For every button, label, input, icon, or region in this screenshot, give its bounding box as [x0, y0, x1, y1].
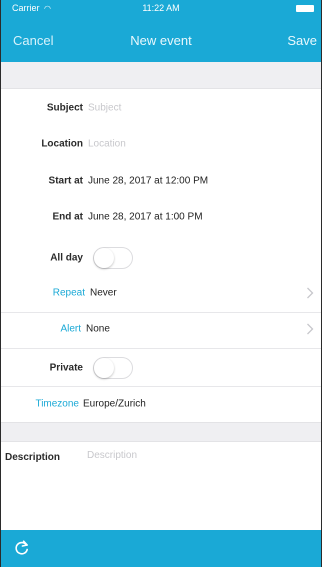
navigation-bar: Cancel New event Save — [1, 30, 321, 52]
location-input[interactable] — [88, 138, 288, 150]
alert-row[interactable]: Alert None — [1, 309, 321, 349]
phone-frame: Carrier ◠ 11:22 AM Cancel New event Save… — [0, 0, 322, 567]
battery-icon — [296, 5, 314, 12]
timezone-label: Timezone — [35, 398, 79, 410]
top-bar: Carrier ◠ 11:22 AM Cancel New event Save — [1, 0, 321, 62]
toggle-knob — [94, 358, 114, 378]
alert-value: None — [86, 323, 110, 335]
start-value[interactable]: June 28, 2017 at 12:00 PM — [88, 176, 208, 187]
toggle-knob — [94, 248, 114, 268]
repeat-value: Never — [90, 287, 117, 299]
location-row: Location — [1, 124, 321, 164]
status-bar: Carrier ◠ 11:22 AM — [1, 3, 321, 17]
refresh-icon[interactable] — [13, 539, 31, 557]
page-title: New event — [130, 33, 192, 48]
status-time: 11:22 AM — [142, 3, 180, 13]
subject-input[interactable] — [88, 102, 288, 114]
bottom-toolbar — [1, 530, 321, 567]
section-spacer — [1, 62, 321, 89]
start-label: Start at — [48, 175, 83, 187]
end-label: End at — [52, 211, 83, 223]
alert-label: Alert — [60, 323, 81, 335]
private-row: Private — [1, 348, 321, 388]
end-value[interactable]: June 28, 2017 at 1:00 PM — [88, 212, 203, 223]
private-toggle[interactable] — [93, 357, 133, 379]
subject-row: Subject — [1, 88, 321, 128]
description-label: Description — [5, 452, 61, 463]
save-button[interactable]: Save — [287, 33, 317, 48]
all-day-label: All day — [50, 252, 83, 264]
subject-label: Subject — [46, 102, 83, 114]
start-row[interactable]: Start at June 28, 2017 at 12:00 PM — [1, 161, 321, 201]
chevron-right-icon — [307, 287, 314, 299]
timezone-row[interactable]: Timezone Europe/Zurich — [1, 386, 321, 422]
location-label: Location — [41, 138, 83, 150]
end-row[interactable]: End at June 28, 2017 at 1:00 PM — [1, 197, 321, 237]
all-day-row: All day — [1, 238, 321, 278]
timezone-value: Europe/Zurich — [83, 398, 146, 410]
chevron-right-icon — [307, 323, 314, 335]
repeat-row[interactable]: Repeat Never — [1, 273, 321, 313]
private-label: Private — [49, 362, 83, 374]
section-spacer — [1, 422, 321, 442]
all-day-toggle[interactable] — [93, 247, 133, 269]
repeat-label: Repeat — [52, 287, 85, 299]
description-input[interactable] — [87, 450, 307, 520]
